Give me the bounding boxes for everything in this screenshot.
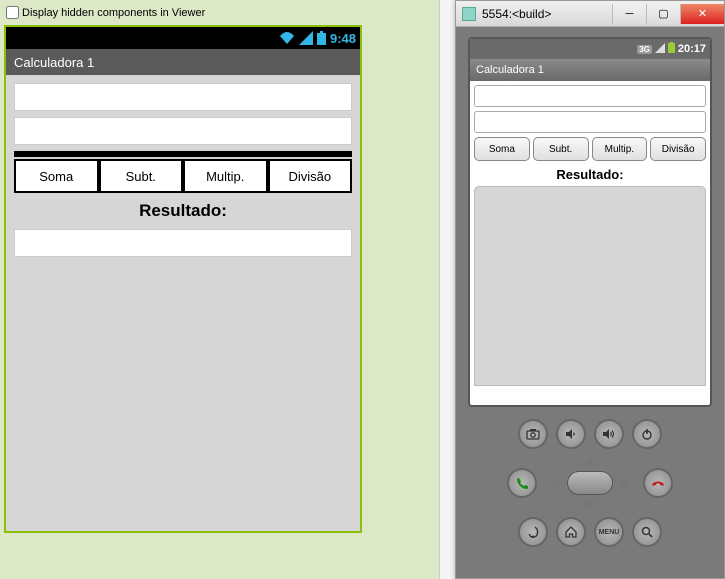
emu-result-area bbox=[474, 186, 706, 386]
phone-preview-frame: 9:48 Calculadora 1 Soma Subt. Multip. Di… bbox=[4, 25, 362, 533]
soma-button[interactable]: Soma bbox=[14, 159, 99, 193]
dpad-left[interactable] bbox=[551, 476, 560, 490]
emu-status-time: 20:17 bbox=[678, 43, 706, 55]
subt-button[interactable]: Subt. bbox=[99, 159, 184, 193]
emu-divisao-button[interactable]: Divisão bbox=[650, 137, 706, 161]
result-textbox[interactable] bbox=[14, 229, 352, 257]
hw-row-2 bbox=[507, 455, 673, 511]
emu-soma-button[interactable]: Soma bbox=[474, 137, 530, 161]
button-row: Soma Subt. Multip. Divisão bbox=[14, 159, 352, 193]
emu-app-body: Soma Subt. Multip. Divisão Resultado: bbox=[470, 81, 710, 390]
app-body: Soma Subt. Multip. Divisão Resultado: bbox=[6, 75, 360, 265]
result-label: Resultado: bbox=[14, 201, 352, 221]
window-title: 5554:<build> bbox=[482, 7, 612, 21]
dpad-up[interactable] bbox=[583, 457, 597, 466]
window-titlebar[interactable]: 5554:<build> ─ ▢ ✕ bbox=[456, 1, 724, 27]
display-hidden-label: Display hidden components in Viewer bbox=[22, 7, 205, 19]
emu-status-bar: 3G 20:17 bbox=[470, 39, 710, 59]
input-textbox-1[interactable] bbox=[14, 83, 352, 111]
volume-down-icon[interactable] bbox=[556, 419, 586, 449]
network-3g-icon: 3G bbox=[637, 45, 652, 54]
input-textbox-2[interactable] bbox=[14, 117, 352, 145]
emu-app-title: Calculadora 1 bbox=[476, 64, 544, 76]
hw-row-3: MENU bbox=[518, 517, 662, 547]
divisao-button[interactable]: Divisão bbox=[268, 159, 353, 193]
minimize-button[interactable]: ─ bbox=[612, 4, 646, 24]
wifi-icon bbox=[279, 31, 295, 45]
emulator-body: 3G 20:17 Calculadora 1 Soma Subt. Multip… bbox=[456, 27, 724, 578]
dpad-center[interactable] bbox=[567, 471, 613, 495]
dpad bbox=[545, 455, 635, 511]
back-icon[interactable] bbox=[518, 517, 548, 547]
menu-label: MENU bbox=[599, 529, 620, 536]
emulator-screen: 3G 20:17 Calculadora 1 Soma Subt. Multip… bbox=[468, 37, 712, 407]
emu-button-row: Soma Subt. Multip. Divisão bbox=[474, 137, 706, 161]
display-hidden-checkbox[interactable] bbox=[6, 6, 19, 19]
display-hidden-row: Display hidden components in Viewer bbox=[4, 4, 435, 21]
close-button[interactable]: ✕ bbox=[680, 4, 724, 24]
android-status-bar: 9:48 bbox=[6, 27, 360, 49]
dpad-down[interactable] bbox=[583, 500, 597, 509]
emu-input-2[interactable] bbox=[474, 111, 706, 133]
app-title-bar: Calculadora 1 bbox=[6, 49, 360, 75]
viewer-panel: Display hidden components in Viewer 9:48… bbox=[0, 0, 440, 579]
home-icon[interactable] bbox=[556, 517, 586, 547]
signal-icon bbox=[655, 43, 665, 56]
volume-up-icon[interactable] bbox=[594, 419, 624, 449]
divider bbox=[14, 151, 352, 157]
emu-input-1[interactable] bbox=[474, 85, 706, 107]
emu-subt-button[interactable]: Subt. bbox=[533, 137, 589, 161]
search-icon[interactable] bbox=[632, 517, 662, 547]
menu-button[interactable]: MENU bbox=[594, 517, 624, 547]
window-controls: ─ ▢ ✕ bbox=[612, 4, 724, 24]
emu-multip-button[interactable]: Multip. bbox=[592, 137, 648, 161]
emu-app-title-bar: Calculadora 1 bbox=[470, 59, 710, 81]
end-call-icon[interactable] bbox=[643, 468, 673, 498]
status-time: 9:48 bbox=[330, 31, 356, 46]
camera-icon[interactable] bbox=[518, 419, 548, 449]
dpad-right[interactable] bbox=[620, 476, 629, 490]
emulator-window: 5554:<build> ─ ▢ ✕ 3G 20:17 Calculadora … bbox=[455, 0, 725, 579]
battery-icon bbox=[668, 42, 675, 56]
signal-icon bbox=[299, 31, 313, 45]
maximize-button[interactable]: ▢ bbox=[646, 4, 680, 24]
emu-result-label: Resultado: bbox=[474, 167, 706, 182]
multip-button[interactable]: Multip. bbox=[183, 159, 268, 193]
battery-icon bbox=[317, 31, 326, 45]
hw-row-1 bbox=[518, 419, 662, 449]
window-app-icon bbox=[462, 7, 476, 21]
hardware-controls: MENU bbox=[480, 419, 700, 547]
call-icon[interactable] bbox=[507, 468, 537, 498]
power-icon[interactable] bbox=[632, 419, 662, 449]
app-title: Calculadora 1 bbox=[14, 55, 94, 70]
